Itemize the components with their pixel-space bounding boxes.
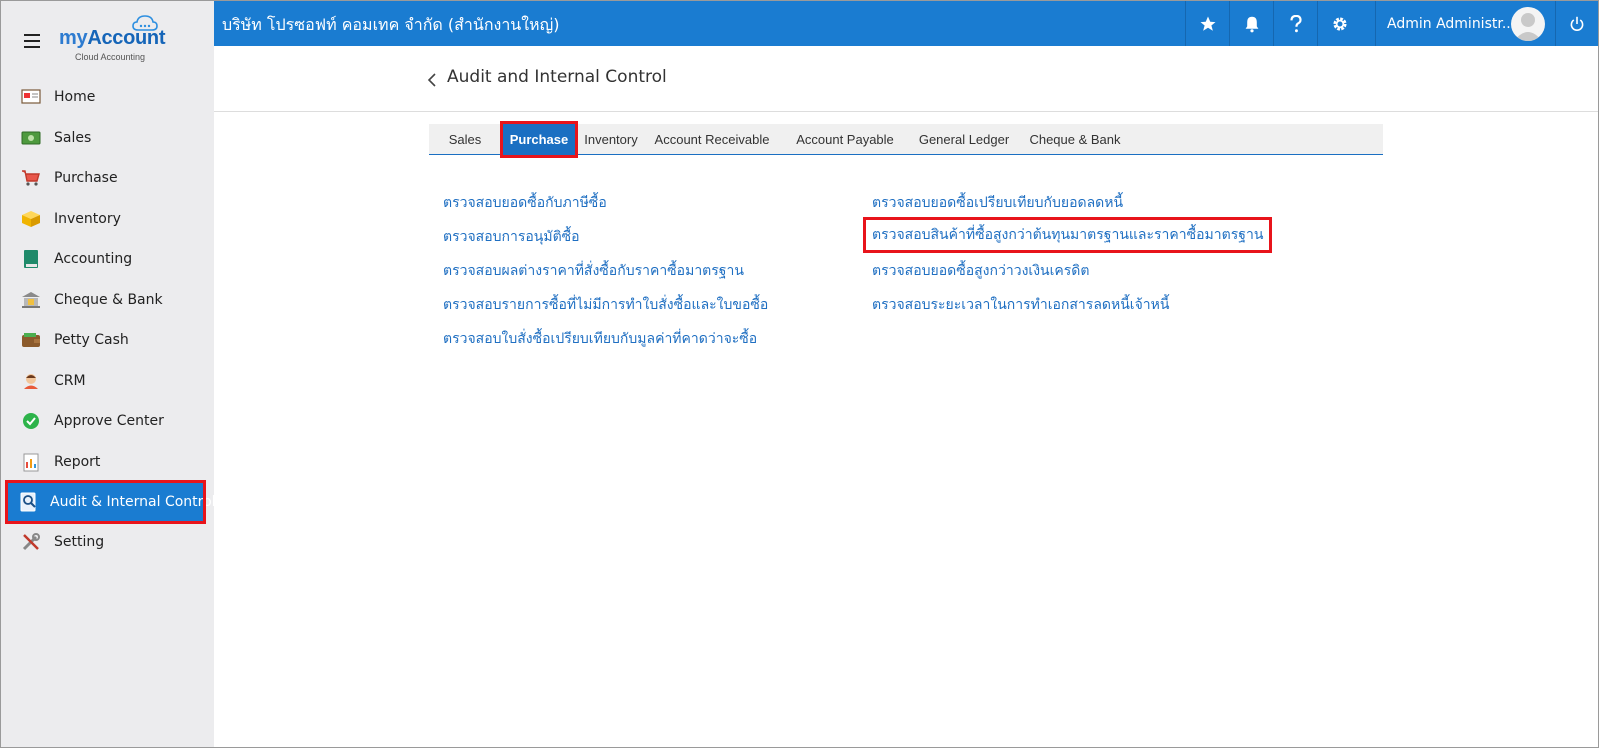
report-link[interactable]: ตรวจสอบระยะเวลาในการทำเอกสารลดหนี้เจ้าหน… (872, 294, 1169, 316)
sidebar-item-label: Purchase (54, 170, 118, 187)
sidebar-item-label: Inventory (54, 210, 121, 227)
sidebar-item-setting[interactable]: Setting (1, 522, 214, 563)
report-link[interactable]: ตรวจสอบยอดซื้อสูงกว่าวงเงินเครดิต (872, 260, 1089, 282)
window-frame (0, 0, 1599, 748)
ledger-book-icon (20, 248, 42, 270)
power-icon (1570, 16, 1584, 31)
tab-inventory[interactable]: Inventory (577, 124, 645, 154)
logo-subtitle: Cloud Accounting (75, 52, 146, 62)
logo-text: myAccount (59, 27, 166, 50)
report-link[interactable]: ตรวจสอบใบสั่งซื้อเปรียบเทียบกับมูลค่าที่… (443, 328, 757, 350)
wallet-icon (20, 329, 42, 351)
tab-account-payable[interactable]: Account Payable (779, 124, 911, 154)
sidebar-item-label: Home (54, 89, 96, 106)
box-icon (20, 208, 42, 230)
bell-icon (1245, 16, 1258, 32)
sidebar-item-sales[interactable]: Sales (1, 118, 214, 159)
report-link[interactable]: ตรวจสอบยอดซื้อเปรียบเทียบกับยอดลดหนี้ (872, 192, 1123, 214)
sidebar-item-home[interactable]: Home (1, 77, 214, 118)
audit-icon (20, 491, 38, 513)
sidebar: myAccount Cloud Accounting Home Sales Pu… (1, 1, 216, 747)
tab-sales[interactable]: Sales (429, 124, 501, 154)
sidebar-item-label: Accounting (54, 251, 133, 268)
tab-account-receivable[interactable]: Account Receivable (645, 124, 779, 154)
favorites-button[interactable] (1185, 1, 1229, 46)
tab-general-ledger[interactable]: General Ledger (911, 124, 1017, 154)
customer-icon (20, 370, 42, 392)
report-icon (20, 451, 42, 473)
sidebar-item-accounting[interactable]: Accounting (1, 239, 214, 280)
sidebar-nav: Home Sales Purchase Inventory Accounting (1, 77, 216, 563)
settings-button[interactable] (1317, 1, 1361, 46)
report-link-highlighted[interactable]: ตรวจสอบสินค้าที่ซื้อสูงกว่าต้นทุนมาตรฐาน… (862, 217, 1273, 253)
tab-cheque-bank[interactable]: Cheque & Bank (1017, 124, 1133, 154)
sidebar-item-purchase[interactable]: Purchase (1, 158, 214, 199)
sidebar-item-inventory[interactable]: Inventory (1, 199, 214, 240)
home-icon (20, 86, 42, 108)
logout-button[interactable] (1555, 1, 1598, 46)
star-icon (1200, 16, 1215, 31)
report-link[interactable]: ตรวจสอบยอดซื้อกับภาษีซื้อ (443, 192, 607, 214)
sidebar-item-label: Cheque & Bank (54, 291, 163, 308)
top-header: บริษัท โปรซอฟท์ คอมเทค จำกัด (สำนักงานให… (214, 1, 1598, 46)
bank-icon (20, 289, 42, 311)
report-link[interactable]: ตรวจสอบผลต่างราคาที่สั่งซื้อกับราคาซื้อม… (443, 260, 744, 282)
help-icon (1289, 14, 1302, 32)
sidebar-item-label: Setting (54, 534, 105, 551)
report-link[interactable]: ตรวจสอบการอนุมัติซื้อ (443, 226, 580, 248)
sidebar-item-label: Sales (54, 129, 92, 146)
brand: myAccount Cloud Accounting (1, 1, 214, 77)
sidebar-item-label: Approve Center (54, 413, 164, 430)
tab-purchase[interactable]: Purchase (500, 121, 578, 158)
user-avatar-icon (1514, 13, 1542, 41)
settings-gear-icon (1332, 16, 1347, 31)
logo-my: my (59, 27, 88, 49)
page-title: Audit and Internal Control (447, 67, 667, 87)
logo[interactable]: myAccount Cloud Accounting (59, 15, 169, 62)
chevron-left-icon[interactable] (426, 72, 438, 88)
sidebar-item-label: Report (54, 453, 101, 470)
sidebar-item-label: Audit & Internal Control (50, 494, 216, 510)
notifications-button[interactable] (1229, 1, 1273, 46)
check-circle-icon (20, 410, 42, 432)
sidebar-item-label: CRM (54, 372, 86, 389)
tools-icon (20, 531, 42, 553)
report-link[interactable]: ตรวจสอบรายการซื้อที่ไม่มีการทำใบสั่งซื้อ… (443, 294, 768, 316)
module-tabs: Sales Purchase Inventory Account Receiva… (429, 121, 1383, 158)
sidebar-item-report[interactable]: Report (1, 442, 214, 483)
avatar[interactable] (1511, 7, 1545, 41)
sidebar-item-approve-center[interactable]: Approve Center (1, 401, 214, 442)
hamburger-menu-icon[interactable] (24, 34, 40, 48)
company-name[interactable]: บริษัท โปรซอฟท์ คอมเทค จำกัด (สำนักงานให… (222, 13, 559, 38)
money-icon (20, 127, 42, 149)
help-button[interactable] (1273, 1, 1317, 46)
page-header: Audit and Internal Control (214, 46, 1598, 112)
sidebar-item-audit-internal-control[interactable]: Audit & Internal Control (5, 480, 216, 524)
cart-icon (20, 167, 42, 189)
sidebar-item-cheque-bank[interactable]: Cheque & Bank (1, 280, 214, 321)
logo-account: Account (87, 27, 166, 49)
sidebar-item-petty-cash[interactable]: Petty Cash (1, 320, 214, 361)
sidebar-item-label: Petty Cash (54, 332, 129, 349)
sidebar-item-crm[interactable]: CRM (1, 361, 214, 402)
